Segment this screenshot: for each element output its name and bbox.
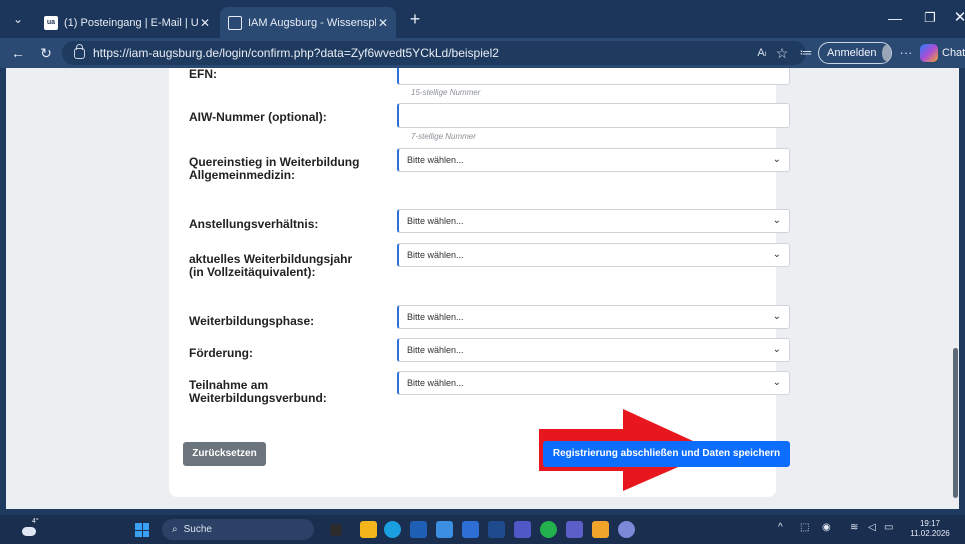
submit-registration-button[interactable]: Registrierung abschließen und Daten spei… bbox=[543, 441, 790, 467]
tab-strip: ⌄ ua (1) Posteingang | E-Mail | Uni Augs… bbox=[0, 0, 965, 38]
reload-button[interactable]: ↻ bbox=[34, 41, 58, 65]
chevron-down-icon: ⌄ bbox=[772, 377, 781, 388]
aiw-hint: 7-stellige Nummer bbox=[411, 132, 476, 141]
app-icon[interactable] bbox=[618, 521, 635, 538]
quereinstieg-label: Quereinstieg in Weiterbildung Allgemeinm… bbox=[189, 155, 360, 182]
minimize-button[interactable]: — bbox=[880, 6, 910, 30]
windows-taskbar: 4° ⌕ Suche ^ ⬚ ◉ ≋ ◁ ▭ 19:17 11.02.2026 bbox=[0, 515, 965, 544]
teams-icon[interactable] bbox=[566, 521, 583, 538]
select-value: Bitte wählen... bbox=[407, 216, 464, 226]
efn-input[interactable] bbox=[397, 68, 790, 85]
outlook-icon[interactable] bbox=[462, 521, 479, 538]
uni-mail-icon: ua bbox=[44, 15, 58, 30]
volume-icon[interactable]: ◁ bbox=[868, 522, 876, 533]
aiw-input[interactable] bbox=[397, 103, 790, 128]
file-explorer-icon[interactable] bbox=[360, 521, 377, 538]
anstellungsverhaeltnis-select[interactable]: Bitte wählen... ⌄ bbox=[397, 209, 790, 233]
url-text: https://iam-augsburg.de/login/confirm.ph… bbox=[93, 46, 499, 60]
weiterbildungsverbund-select[interactable]: Bitte wählen... ⌄ bbox=[397, 371, 790, 395]
settings-icon[interactable] bbox=[488, 521, 505, 538]
weiterbildungsphase-label: Weiterbildungsphase: bbox=[189, 314, 315, 328]
app-icon[interactable] bbox=[592, 521, 609, 538]
signin-label: Anmelden bbox=[827, 47, 877, 59]
system-clock[interactable]: 19:17 11.02.2026 bbox=[900, 519, 960, 539]
tab-actions-icon[interactable]: ⌄ bbox=[6, 8, 30, 30]
window-close-button[interactable]: ✕ bbox=[945, 6, 965, 30]
lock-icon bbox=[74, 43, 85, 59]
anstellungsverhaeltnis-label: Anstellungsverhältnis: bbox=[189, 217, 319, 231]
aiw-label: AIW-Nummer (optional): bbox=[189, 110, 327, 124]
page-viewport: EFN: 15-stellige Nummer AIW-Nummer (opti… bbox=[6, 68, 959, 509]
weiterbildungsverbund-label: Teilnahme am Weiterbildungsverbund: bbox=[189, 378, 327, 405]
windows-start-icon[interactable] bbox=[135, 523, 149, 537]
efn-label: EFN: bbox=[189, 68, 217, 81]
close-icon[interactable]: ✕ bbox=[376, 16, 390, 30]
read-aloud-icon[interactable]: Aₗ bbox=[752, 41, 772, 65]
tray-overflow-icon[interactable]: ^ bbox=[778, 522, 783, 533]
wifi-icon[interactable]: ≋ bbox=[850, 522, 858, 533]
tray-app-icon[interactable]: ◉ bbox=[822, 522, 831, 533]
tab-title: (1) Posteingang | E-Mail | Uni Augs bbox=[64, 16, 198, 29]
favorite-star-icon[interactable]: ☆ bbox=[772, 41, 792, 65]
favorites-list-icon[interactable]: ≔ bbox=[796, 41, 816, 65]
clock-time: 19:17 bbox=[919, 519, 941, 528]
search-icon: ⌕ bbox=[172, 524, 178, 535]
chevron-down-icon: ⌄ bbox=[772, 249, 781, 260]
cloud-icon bbox=[22, 527, 36, 536]
weiterbildungsjahr-label: aktuelles Weiterbildungsjahr (in Vollzei… bbox=[189, 252, 353, 279]
chevron-down-icon: ⌄ bbox=[772, 215, 781, 226]
select-value: Bitte wählen... bbox=[407, 378, 464, 388]
quereinstieg-select[interactable]: Bitte wählen... ⌄ bbox=[397, 148, 790, 172]
select-value: Bitte wählen... bbox=[407, 250, 464, 260]
copilot-button[interactable]: Chat bbox=[920, 43, 965, 63]
page-scrollbar[interactable] bbox=[950, 68, 959, 509]
foerderung-label: Förderung: bbox=[189, 346, 253, 360]
tab-title: IAM Augsburg - Wissensplattform bbox=[248, 16, 376, 29]
clock-date: 11.02.2026 bbox=[910, 529, 950, 538]
foerderung-select[interactable]: Bitte wählen... ⌄ bbox=[397, 338, 790, 362]
chevron-down-icon: ⌄ bbox=[772, 154, 781, 165]
more-menu-icon[interactable]: ··· bbox=[896, 41, 916, 65]
select-value: Bitte wählen... bbox=[407, 155, 464, 165]
browser-toolbar: ← ↻ https://iam-augsburg.de/login/confir… bbox=[0, 38, 965, 68]
chevron-down-icon: ⌄ bbox=[772, 344, 781, 355]
efn-hint: 15-stellige Nummer bbox=[411, 88, 481, 97]
tab-mail[interactable]: ua (1) Posteingang | E-Mail | Uni Augs ✕ bbox=[36, 7, 218, 38]
avatar bbox=[881, 45, 891, 61]
taskbar-search[interactable]: ⌕ Suche bbox=[162, 519, 314, 540]
scrollbar-thumb[interactable] bbox=[953, 348, 958, 498]
weiterbildungsphase-select[interactable]: Bitte wählen... ⌄ bbox=[397, 305, 790, 329]
edge-icon[interactable] bbox=[384, 521, 401, 538]
search-placeholder: Suche bbox=[183, 524, 212, 535]
close-icon[interactable]: ✕ bbox=[198, 16, 212, 30]
address-bar[interactable]: https://iam-augsburg.de/login/confirm.ph… bbox=[62, 41, 806, 65]
select-value: Bitte wählen... bbox=[407, 312, 464, 322]
tray-app-icon[interactable]: ⬚ bbox=[800, 522, 809, 533]
tab-iam[interactable]: IAM Augsburg - Wissensplattform ✕ bbox=[220, 7, 396, 38]
onenote-icon[interactable] bbox=[514, 521, 531, 538]
reset-button[interactable]: Zurücksetzen bbox=[183, 442, 266, 466]
new-tab-button[interactable]: + bbox=[404, 9, 426, 31]
restore-button[interactable]: ❐ bbox=[915, 6, 945, 30]
chevron-down-icon: ⌄ bbox=[772, 311, 781, 322]
weiterbildungsjahr-select[interactable]: Bitte wählen... ⌄ bbox=[397, 243, 790, 267]
select-value: Bitte wählen... bbox=[407, 345, 464, 355]
weather-widget[interactable]: 4° bbox=[22, 518, 44, 539]
store-icon[interactable] bbox=[410, 521, 427, 538]
signin-button[interactable]: Anmelden bbox=[818, 42, 892, 64]
copilot-label: Chat bbox=[942, 47, 965, 59]
task-view-icon[interactable] bbox=[330, 524, 342, 536]
registration-form: EFN: 15-stellige Nummer AIW-Nummer (opti… bbox=[169, 68, 790, 497]
whatsapp-icon[interactable] bbox=[540, 521, 557, 538]
battery-icon[interactable]: ▭ bbox=[884, 522, 893, 533]
app-icon[interactable] bbox=[436, 521, 453, 538]
back-button[interactable]: ← bbox=[6, 41, 30, 65]
weather-temp: 4° bbox=[32, 518, 39, 525]
globe-icon bbox=[228, 15, 242, 30]
copilot-icon bbox=[920, 44, 938, 62]
